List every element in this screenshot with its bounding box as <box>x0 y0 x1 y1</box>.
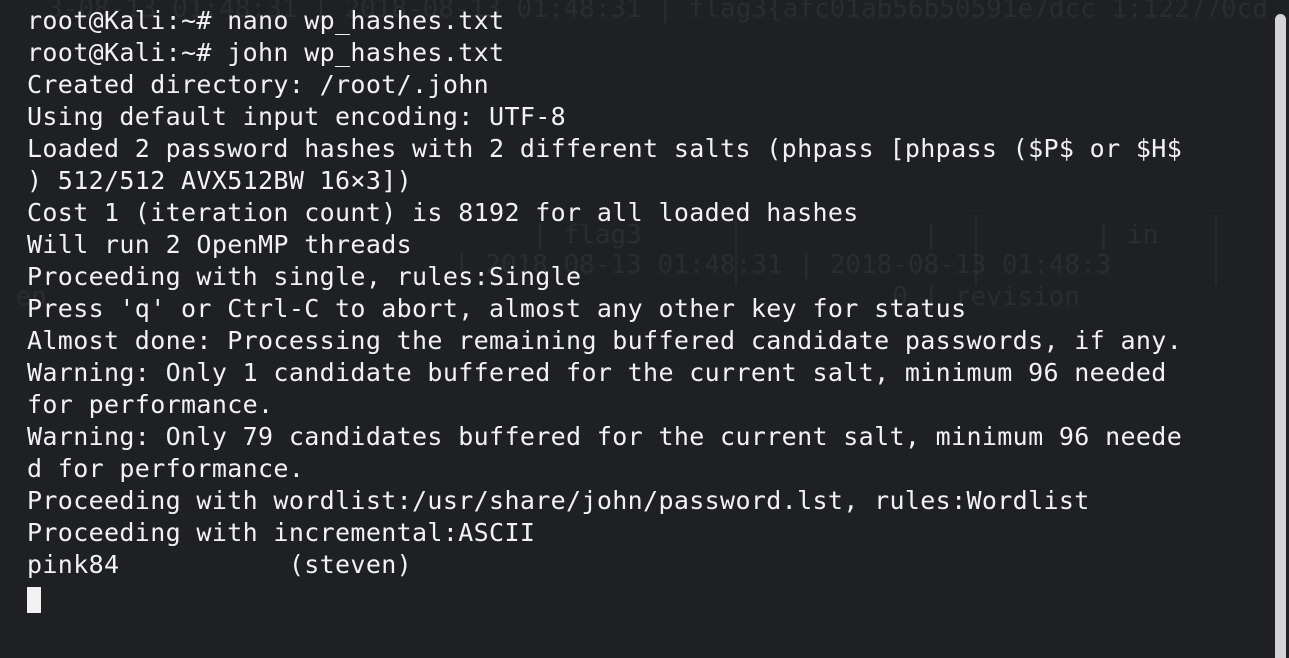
terminal-line: Created directory: /root/.john <box>27 70 490 99</box>
terminal-line: Proceeding with incremental:ASCII <box>27 518 536 547</box>
terminal-line: Using default input encoding: UTF-8 <box>27 102 567 131</box>
terminal-line: Cost 1 (iteration count) is 8192 for all… <box>27 198 859 227</box>
terminal-line: Proceeding with single, rules:Single <box>27 262 582 291</box>
prompt-line[interactable] <box>27 581 1182 613</box>
terminal-line: ) 512/512 AVX512BW 16×3]) <box>27 166 413 195</box>
terminal-cursor <box>27 586 41 613</box>
terminal-line: Loaded 2 password hashes with 2 differen… <box>27 134 1183 163</box>
terminal-window[interactable]: 3-08-13 01:48:31 | 2018-08-13 01:48:31 |… <box>0 0 1289 658</box>
terminal-line: d for performance. <box>27 454 305 483</box>
terminal-line: root@Kali:~# john wp_hashes.txt <box>27 38 505 67</box>
terminal-output: root@Kali:~# nano wp_hashes.txt root@Kal… <box>27 5 1182 613</box>
terminal-line: Proceeding with wordlist:/usr/share/john… <box>27 486 1090 515</box>
terminal-line: for performance. <box>27 390 274 419</box>
terminal-line: Press 'q' or Ctrl-C to abort, almost any… <box>27 294 967 323</box>
scrollbar-thumb[interactable] <box>1275 14 1286 658</box>
terminal-line: Warning: Only 79 candidates buffered for… <box>27 422 1183 451</box>
terminal-line: root@Kali:~# nano wp_hashes.txt <box>27 6 505 35</box>
terminal-line: Warning: Only 1 candidate buffered for t… <box>27 358 1167 387</box>
ghost-divider <box>1215 215 1217 285</box>
terminal-line: Almost done: Processing the remaining bu… <box>27 326 1183 355</box>
cracked-password-line: pink84 (steven) <box>27 550 413 579</box>
terminal-line: Will run 2 OpenMP threads <box>27 230 413 259</box>
scrollbar-track[interactable] <box>1267 0 1289 658</box>
